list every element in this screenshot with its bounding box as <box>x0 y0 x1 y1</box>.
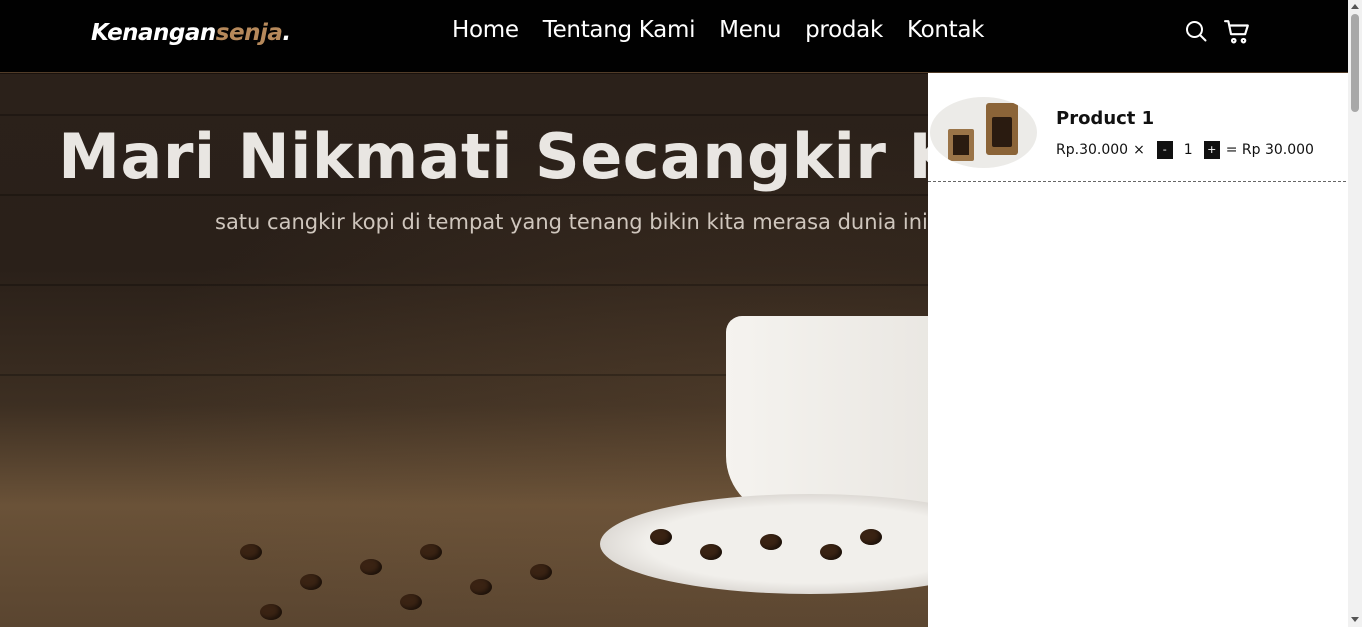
hero-subtitle: satu cangkir kopi di tempat yang tenang … <box>215 210 1031 234</box>
decrease-qty-button[interactable]: - <box>1156 141 1173 159</box>
cart-icon[interactable] <box>1224 19 1250 45</box>
nav-menu[interactable]: Menu <box>719 17 781 43</box>
quantity-value: 1 <box>1183 142 1193 158</box>
item-total: = Rp 30.000 <box>1225 142 1314 158</box>
page-scrollbar[interactable] <box>1348 0 1362 627</box>
search-icon[interactable] <box>1184 19 1210 45</box>
brand-name-accent: senja <box>215 20 283 46</box>
scrollbar-thumb[interactable] <box>1351 14 1359 112</box>
brand-name: Kenangan <box>91 20 216 46</box>
scroll-down-arrow-icon[interactable] <box>1351 617 1359 622</box>
product-name: Product 1 <box>1056 108 1155 129</box>
scroll-up-arrow-icon[interactable] <box>1351 4 1359 9</box>
nav-tentang-kami[interactable]: Tentang Kami <box>543 17 696 43</box>
nav-icons <box>1184 19 1250 45</box>
times-sign: × <box>1133 142 1145 158</box>
cart-item-price-line: Rp.30.000 × - 1 + = Rp 30.000 <box>1056 141 1314 159</box>
nav-prodak[interactable]: prodak <box>805 17 883 43</box>
nav-kontak[interactable]: Kontak <box>907 17 985 43</box>
nav-home[interactable]: Home <box>452 17 519 43</box>
cart-item: Product 1 Rp.30.000 × - 1 + = Rp 30.000 <box>928 96 1346 182</box>
increase-qty-button[interactable]: + <box>1203 141 1220 159</box>
shopping-cart-panel: Product 1 Rp.30.000 × - 1 + = Rp 30.000 <box>928 73 1348 627</box>
brand-logo[interactable]: Kenangansenja. <box>91 20 291 46</box>
brand-dot: . <box>282 20 291 46</box>
nav-links: Home Tentang Kami Menu prodak Kontak <box>452 17 984 43</box>
product-image <box>930 97 1037 168</box>
navbar: Kenangansenja. Home Tentang Kami Menu pr… <box>0 0 1348 73</box>
product-price: Rp.30.000 <box>1056 142 1129 158</box>
